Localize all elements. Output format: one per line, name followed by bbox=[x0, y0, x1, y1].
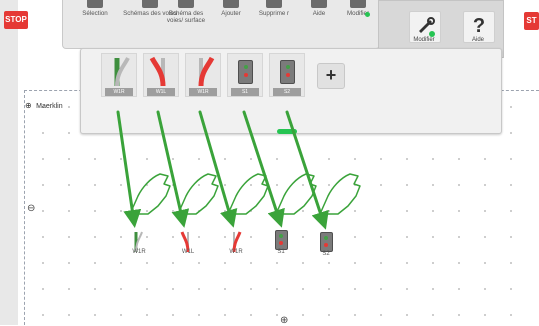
hand-pointer-icon bbox=[227, 173, 269, 215]
hand-pointer-icon bbox=[319, 173, 361, 215]
drag-arrow bbox=[156, 110, 190, 228]
hand-pointer-icon bbox=[177, 173, 219, 215]
drag-arrow bbox=[116, 110, 142, 228]
drag-instruction-overlay bbox=[116, 110, 361, 230]
hand-pointer-icon bbox=[129, 173, 171, 215]
drag-arrow bbox=[285, 110, 329, 230]
drag-arrow bbox=[198, 110, 238, 228]
drag-arrow bbox=[242, 110, 285, 228]
